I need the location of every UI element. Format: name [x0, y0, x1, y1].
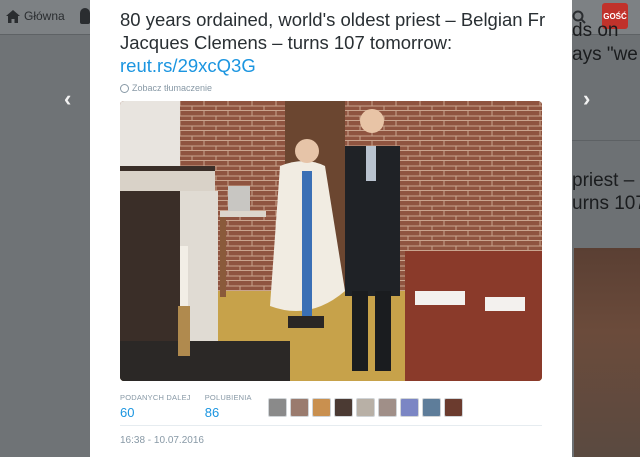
background-divider [572, 140, 640, 141]
liker-avatar[interactable] [378, 398, 397, 417]
tweet-timestamp[interactable]: 16:38 - 10.07.2016 [120, 435, 204, 446]
next-arrow-icon[interactable]: › [583, 86, 590, 112]
likes-label: POLUBIENIA [204, 393, 252, 402]
liker-avatar[interactable] [444, 398, 463, 417]
background-text-fragment: priest – [572, 170, 635, 191]
nav-home[interactable]: Główna [6, 9, 65, 23]
tweet-link[interactable]: reut.rs/29xcQ3G [120, 55, 256, 76]
tweet-modal: 80 years ordained, world's oldest priest… [90, 0, 572, 457]
likes-stat[interactable]: POLUBIENIA 86 [205, 393, 252, 420]
tweet-text: 80 years ordained, world's oldest priest… [120, 8, 550, 77]
background-text-fragment: ays "we [572, 44, 638, 65]
home-icon [6, 9, 20, 23]
liker-avatar[interactable] [334, 398, 353, 417]
liker-avatar[interactable] [400, 398, 419, 417]
liker-avatar[interactable] [422, 398, 441, 417]
notifications-icon[interactable] [80, 8, 90, 24]
previous-arrow-icon[interactable]: ‹ [64, 86, 71, 112]
retweets-label: PODANYCH DALEJ [120, 393, 191, 402]
tweet-body: 80 years ordained, world's oldest priest… [120, 9, 546, 53]
nav-home-label: Główna [24, 9, 65, 23]
liker-avatar[interactable] [268, 398, 287, 417]
translate-label: Zobacz tłumaczenie [132, 83, 213, 93]
background-text-fragment: ds on [572, 20, 619, 41]
likes-count: 86 [204, 405, 220, 420]
retweets-stat[interactable]: PODANYCH DALEJ 60 [120, 393, 191, 420]
liker-avatar[interactable] [290, 398, 309, 417]
liker-avatar[interactable] [356, 398, 375, 417]
divider [120, 425, 542, 426]
globe-icon [120, 83, 129, 93]
background-text-fragment: urns 107 [572, 193, 640, 214]
liker-avatars [268, 398, 463, 417]
liker-avatar[interactable] [312, 398, 331, 417]
background-left-column [0, 35, 90, 457]
engagement-stats: PODANYCH DALEJ 60 POLUBIENIA 86 [120, 393, 252, 420]
tweet-photo[interactable] [120, 101, 542, 381]
photo-illustration [120, 101, 542, 381]
retweets-count: 60 [120, 405, 135, 420]
translate-link[interactable]: Zobacz tłumaczenie [120, 83, 212, 93]
background-image [574, 248, 640, 457]
